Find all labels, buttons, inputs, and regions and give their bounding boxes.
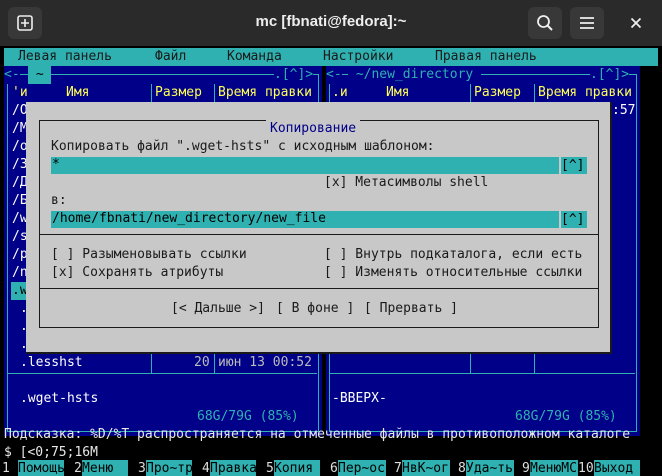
fkey-copy[interactable]: Копия <box>274 460 320 476</box>
left-free-space: 68G/79G (85%) <box>194 408 302 426</box>
hint-line: Подсказка: %D/%T распространяется на отм… <box>4 427 631 442</box>
window-titlebar: mc [fbnati@fedora]:~ <box>0 0 662 46</box>
fkey-delete[interactable]: Уда~ть <box>466 460 514 476</box>
window-title: mc [fbnati@fedora]:~ <box>255 13 407 30</box>
right-col-time[interactable]: Время правки <box>538 84 632 102</box>
menu-options[interactable]: Настройки <box>323 48 393 66</box>
dialog-title: Копирование <box>266 120 361 138</box>
dive-into-subdir-checkbox[interactable]: [ ] Внутрь подкаталога, если есть <box>324 246 582 264</box>
left-row-size: 20 <box>194 355 210 370</box>
left-col-n: 'и <box>12 85 28 100</box>
right-mini-status: -ВВЕРХ- <box>332 391 387 406</box>
background-button[interactable]: [ В фоне ] <box>276 300 354 318</box>
abort-button[interactable]: [ Прервать ] <box>364 300 458 318</box>
shell-patterns-checkbox[interactable]: [x] Метасимволы shell <box>324 174 488 192</box>
menu-file[interactable]: Файл <box>155 48 186 66</box>
function-key-bar: 1 Помощь 2 Меню 3 Про~тр 4 Правка 5 Копи… <box>0 460 662 476</box>
left-col-size[interactable]: Размер <box>155 84 202 102</box>
terminal[interactable]: Левая панель Файл Команда Настройки Прав… <box>0 46 662 476</box>
preserve-attributes-checkbox[interactable]: [x] Сохранять атрибуты <box>51 264 223 282</box>
right-panel-path[interactable]: ~/new_directory <box>348 66 482 84</box>
close-icon <box>630 17 642 29</box>
search-icon <box>537 15 553 31</box>
destination-history-button[interactable]: [^] <box>561 211 587 228</box>
menu-right-panel[interactable]: Правая панель <box>435 48 537 66</box>
menu-left-panel[interactable]: Левая панель <box>18 48 112 66</box>
left-col-name[interactable]: Имя <box>66 84 89 102</box>
close-button[interactable] <box>620 7 652 39</box>
fkey-move[interactable]: Пер~ос <box>338 460 386 476</box>
search-button[interactable] <box>528 7 562 39</box>
destination-input[interactable]: /home/fbnati/new_directory/new_file <box>51 211 559 228</box>
source-pattern-input[interactable]: * <box>51 157 559 174</box>
right-col-n: .и <box>332 85 348 100</box>
copy-dialog[interactable]: Копирование Копировать файл ".wget-hsts"… <box>26 102 610 352</box>
fkey-pulldown[interactable]: МенюМС <box>530 460 578 476</box>
fkey-edit[interactable]: Правка <box>210 460 256 476</box>
fkey-help[interactable]: Помощь <box>18 460 64 476</box>
right-panel-corner[interactable]: .[^]> <box>590 66 630 84</box>
right-col-size[interactable]: Размер <box>474 84 521 102</box>
right-col-name[interactable]: Имя <box>386 84 409 102</box>
right-row-time-fragment: :57 <box>612 103 636 118</box>
left-row-lesshst[interactable]: .lesshst <box>20 354 83 372</box>
right-free-space: 68G/79G (85%) <box>512 408 620 426</box>
fkey-quit[interactable]: Выход <box>594 460 640 476</box>
source-label: Копировать файл ".wget-hsts" с исходным … <box>51 139 435 154</box>
left-panel-path[interactable]: ~ <box>28 66 52 84</box>
mc-menubar: Левая панель Файл Команда Настройки Прав… <box>4 48 658 66</box>
source-history-button[interactable]: [^] <box>561 157 587 174</box>
follow-links-checkbox[interactable]: [ ] Разыменовывать ссылки <box>51 246 247 264</box>
main-menu-button[interactable] <box>570 7 604 39</box>
fkey-view[interactable]: Про~тр <box>146 460 192 476</box>
left-panel-corner[interactable]: .[^]> <box>274 66 314 84</box>
menu-command[interactable]: Команда <box>227 48 282 66</box>
left-mini-status: .wget-hsts <box>20 391 99 406</box>
fkey-menu[interactable]: Меню <box>82 460 128 476</box>
hamburger-icon <box>580 17 594 29</box>
fkey-mkdir[interactable]: НвК~ог <box>402 460 450 476</box>
left-row-time: июн 13 00:52 <box>218 355 312 370</box>
continue-button[interactable]: [< Дальше >] <box>171 300 265 318</box>
left-col-time[interactable]: Время правки <box>218 84 312 102</box>
stable-symlinks-checkbox[interactable]: [ ] Изменять относительные ссылки <box>324 264 582 282</box>
to-label: в: <box>51 193 67 208</box>
